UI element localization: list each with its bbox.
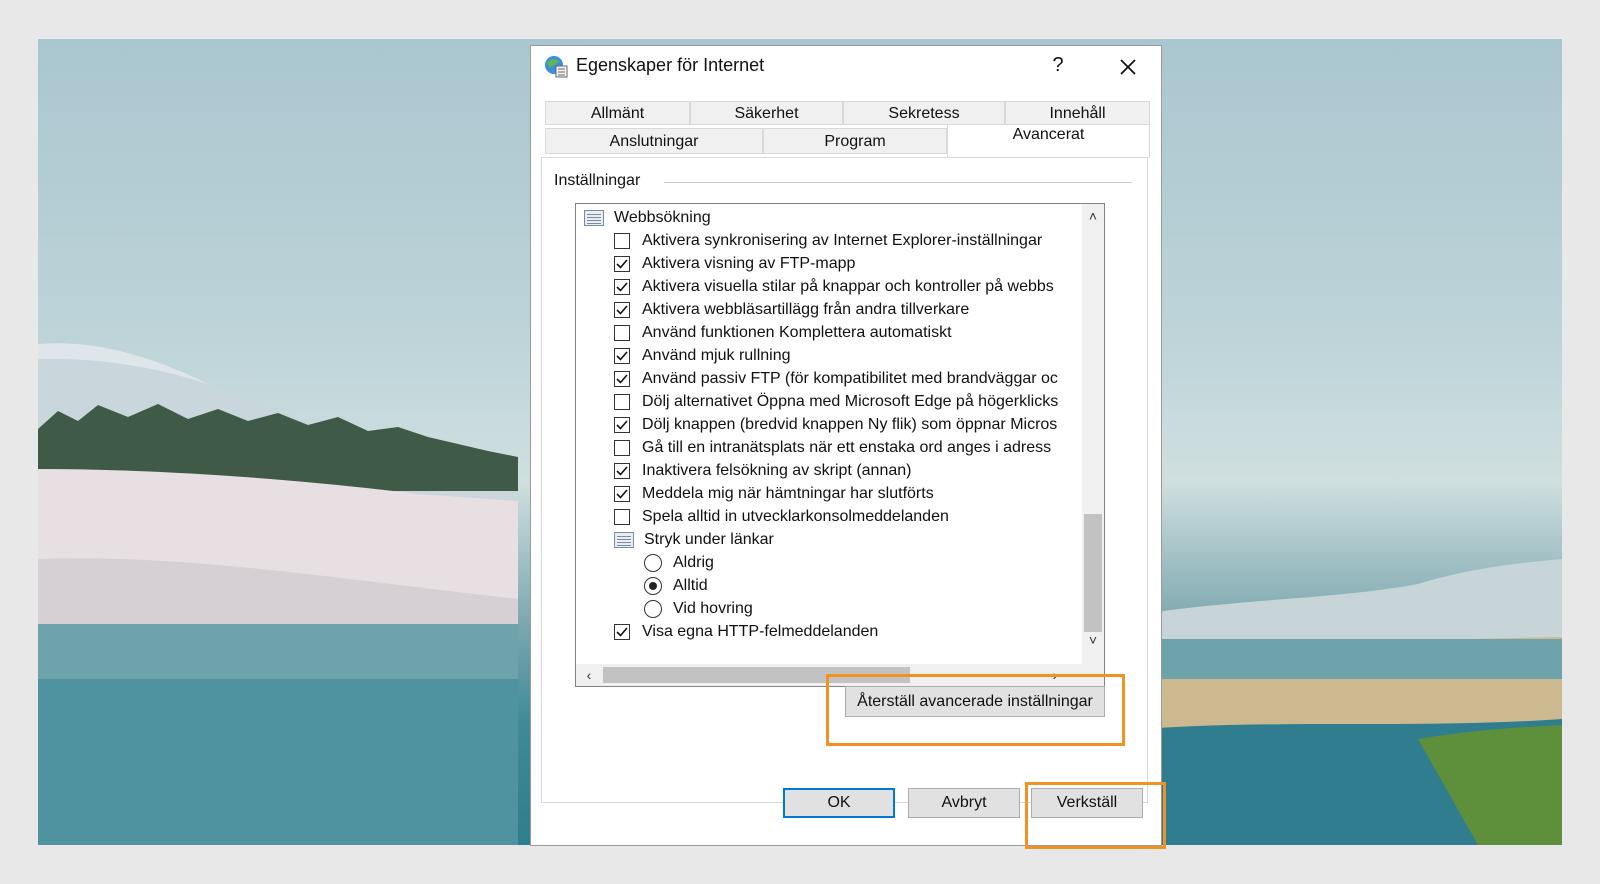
setting-label: Inaktivera felsökning av skript (annan) — [642, 462, 912, 479]
scroll-left-icon[interactable]: ‹ — [578, 664, 600, 686]
internet-options-icon — [543, 53, 569, 79]
setting-label: Alltid — [673, 577, 708, 594]
setting-label: Visa egna HTTP-felmeddelanden — [642, 623, 879, 640]
setting-label: Använd mjuk rullning — [642, 347, 791, 364]
settings-tree[interactable]: Webbsökning Aktivera synkronisering av I… — [575, 203, 1105, 687]
setting-label: Meddela mig när hämtningar har slutförts — [642, 485, 934, 502]
check-icon — [616, 282, 628, 292]
checkbox[interactable] — [614, 233, 630, 249]
check-icon — [616, 489, 628, 499]
radio-button[interactable] — [644, 554, 662, 572]
tab-sekretess[interactable]: Sekretess — [843, 101, 1005, 125]
vertical-scroll-thumb[interactable] — [1084, 514, 1102, 632]
checkbox-checked[interactable] — [614, 624, 630, 640]
checkbox-checked[interactable] — [614, 302, 630, 318]
setting-label: Dölj knappen (bredvid knappen Ny flik) s… — [642, 416, 1058, 433]
settings-folder-icon — [614, 532, 634, 548]
checkbox-checked[interactable] — [614, 486, 630, 502]
help-button[interactable]: ? — [1046, 54, 1070, 77]
setting-label: Aldrig — [673, 554, 714, 571]
setting-label: Aktivera synkronisering av Internet Expl… — [642, 232, 1043, 249]
check-icon — [616, 259, 628, 269]
tab-avancerat[interactable]: Avancerat — [947, 124, 1150, 158]
folder-label: Webbsökning — [614, 209, 711, 226]
tab-allmant[interactable]: Allmänt — [545, 101, 690, 125]
close-icon — [1120, 59, 1136, 75]
tab-sakerhet[interactable]: Säkerhet — [690, 101, 843, 125]
setting-label: Spela alltid in utvecklarkonsolmeddeland… — [642, 508, 949, 525]
checkbox[interactable] — [614, 394, 630, 410]
scroll-down-icon[interactable]: ˅ — [1082, 630, 1104, 650]
check-icon — [616, 305, 628, 315]
checkbox-checked[interactable] — [614, 463, 630, 479]
check-icon — [616, 466, 628, 476]
settings-folder-icon — [584, 210, 604, 226]
scroll-up-icon[interactable]: ˄ — [1082, 206, 1104, 226]
setting-label: Använd passiv FTP (för kompatibilitet me… — [642, 370, 1058, 387]
checkbox[interactable] — [614, 325, 630, 341]
check-icon — [616, 627, 628, 637]
radio-button[interactable] — [644, 600, 662, 618]
title-bar: Egenskaper för Internet ? — [531, 46, 1161, 88]
radio-button-selected[interactable] — [644, 577, 662, 595]
checkbox[interactable] — [614, 509, 630, 525]
cancel-button[interactable]: Avbryt — [908, 788, 1020, 818]
setting-label: Dölj alternativet Öppna med Microsoft Ed… — [642, 393, 1059, 410]
ok-button[interactable]: OK — [783, 788, 895, 818]
check-icon — [616, 351, 628, 361]
vertical-scrollbar[interactable]: ˄ ˅ — [1082, 204, 1104, 664]
checkbox-checked[interactable] — [614, 348, 630, 364]
checkbox-checked[interactable] — [614, 256, 630, 272]
setting-label: Vid hovring — [673, 600, 753, 617]
setting-label: Gå till en intranätsplats när ett enstak… — [642, 439, 1052, 456]
group-divider — [664, 182, 1132, 183]
check-icon — [616, 420, 628, 430]
dialog-title: Egenskaper för Internet — [576, 55, 765, 75]
checkbox[interactable] — [614, 440, 630, 456]
setting-label: Aktivera webbläsartillägg från andra til… — [642, 301, 970, 318]
highlight-apply-button — [1025, 782, 1166, 849]
highlight-reset-button — [826, 674, 1125, 746]
tab-innehall[interactable]: Innehåll — [1005, 101, 1150, 125]
setting-label: Aktivera visuella stilar på knappar och … — [642, 278, 1054, 295]
checkbox-checked[interactable] — [614, 279, 630, 295]
checkbox-checked[interactable] — [614, 371, 630, 387]
checkbox-checked[interactable] — [614, 417, 630, 433]
folder-label: Stryk under länkar — [644, 531, 774, 548]
close-button[interactable] — [1113, 52, 1143, 82]
setting-label: Använd funktionen Komplettera automatisk… — [642, 324, 952, 341]
settings-group-label: Inställningar — [554, 172, 647, 190]
setting-label: Aktivera visning av FTP-mapp — [642, 255, 856, 272]
check-icon — [616, 374, 628, 384]
tab-program[interactable]: Program — [763, 128, 947, 154]
tab-anslutningar[interactable]: Anslutningar — [545, 128, 763, 154]
